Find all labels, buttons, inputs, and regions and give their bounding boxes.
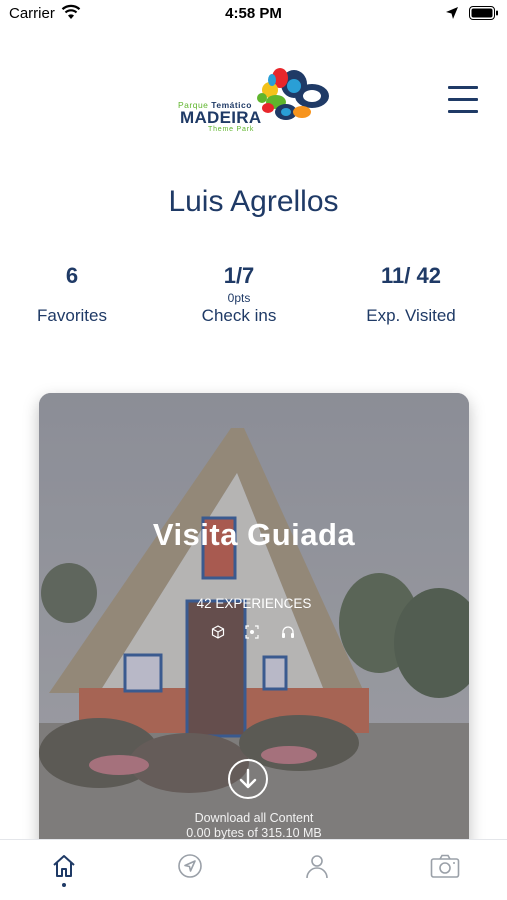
camera-icon [430, 854, 460, 878]
tour-card[interactable]: Visita Guiada 42 EXPERIENCES Download al… [39, 393, 469, 853]
favorites-count: 6 [65, 263, 79, 288]
user-icon [306, 855, 328, 879]
logo-madeira: MADEIRA [180, 108, 262, 127]
checkins-points: 0pts [227, 291, 251, 305]
checkins-label: Check ins [201, 306, 277, 325]
scan-icon [245, 625, 259, 639]
download-info: Download all Content 0.00 bytes of 315.1… [39, 811, 469, 841]
location-arrow-icon [446, 7, 458, 19]
stat-visited[interactable]: 11/ 42 Exp. Visited [331, 262, 491, 326]
tab-navigation[interactable] [170, 850, 210, 890]
visited-label: Exp. Visited [366, 306, 456, 325]
park-logo: Parque Temático MADEIRA Theme Park [178, 66, 330, 136]
user-stats: 6 Favorites 1/7 0pts Check ins 11/ 42 Ex… [0, 262, 507, 342]
favorites-spacer [0, 290, 152, 306]
tab-home[interactable] [44, 850, 84, 890]
stat-checkins[interactable]: 1/7 0pts Check ins [159, 262, 319, 326]
content-type-icons [209, 625, 299, 641]
stat-favorites[interactable]: 6 Favorites [0, 262, 152, 326]
logo-theme-park: Theme Park [208, 126, 255, 133]
status-bar: Carrier 4:58 PM [0, 0, 507, 28]
cube-icon [211, 625, 225, 639]
logo-mark-icon [257, 68, 329, 120]
hamburger-menu-icon[interactable] [444, 84, 480, 116]
home-icon [53, 855, 75, 877]
download-label: Download all Content [194, 811, 314, 825]
active-tab-indicator [62, 883, 66, 887]
download-arrow-icon [239, 768, 257, 789]
menu-line [448, 110, 478, 113]
status-time: 4:58 PM [225, 5, 282, 22]
visited-count: 11/ 42 [381, 263, 441, 288]
favorites-label: Favorites [37, 306, 107, 325]
tab-profile[interactable] [297, 850, 337, 890]
experiences-count: 42 EXPERIENCES [196, 596, 312, 611]
navigation-icon [178, 854, 202, 878]
menu-line [448, 98, 478, 101]
headphones-icon [282, 626, 294, 638]
battery-icon [469, 6, 498, 20]
download-button[interactable] [228, 759, 268, 799]
menu-line [448, 86, 478, 89]
checkins-count: 1/7 [223, 263, 255, 288]
visited-spacer [331, 290, 491, 306]
tab-bar [0, 839, 507, 900]
tab-camera[interactable] [424, 850, 464, 890]
tour-title: Visita Guiada [152, 517, 356, 552]
user-name: Luis Agrellos [168, 185, 339, 218]
